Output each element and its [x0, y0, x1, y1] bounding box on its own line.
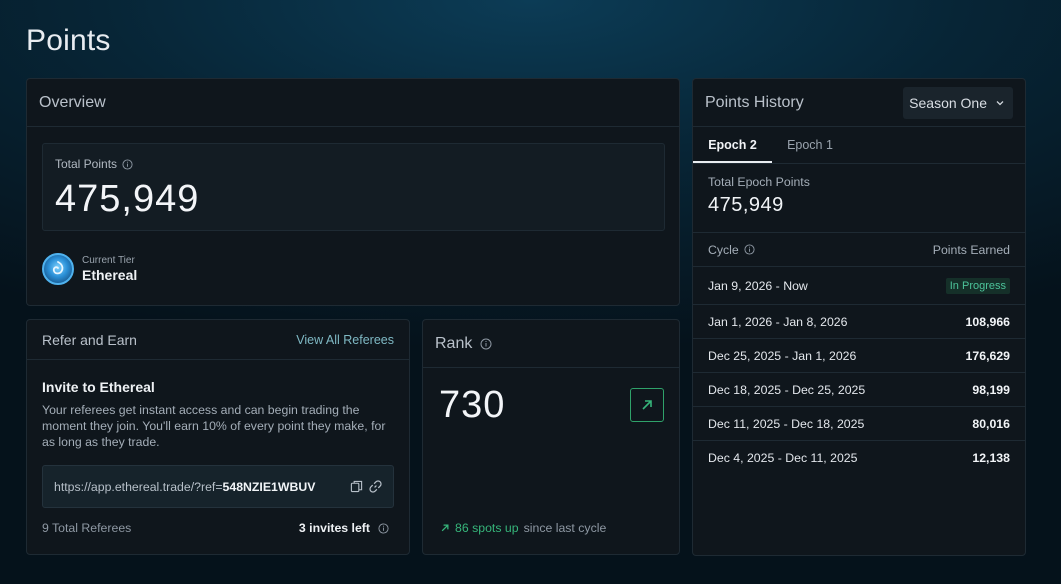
refer-card: Refer and Earn View All Referees Invite …: [26, 319, 410, 555]
table-row: Dec 4, 2025 - Dec 11, 2025 12,138: [693, 441, 1025, 475]
refer-title: Refer and Earn: [42, 331, 137, 348]
total-points-label: Total Points: [55, 157, 118, 171]
info-icon[interactable]: [378, 522, 389, 534]
table-row: Jan 9, 2026 - Now In Progress: [693, 267, 1025, 305]
overview-header: Overview: [27, 79, 679, 127]
tier-badge-icon: [42, 253, 74, 285]
table-row: Dec 18, 2025 - Dec 25, 2025 98,199: [693, 373, 1025, 407]
points-earned: 98,199: [972, 382, 1010, 397]
rank-card: Rank 730 86 spots up since last cycle: [422, 319, 680, 555]
info-icon[interactable]: [122, 158, 133, 170]
rank-title-row: Rank: [435, 335, 492, 353]
rank-spots-up: 86 spots up: [455, 521, 519, 535]
invites-left-row: 3 invites left: [299, 521, 389, 535]
points-earned: 12,138: [972, 451, 1010, 465]
tier-label: Current Tier: [82, 255, 135, 266]
invites-left: 3 invites left: [298, 521, 370, 535]
invite-description: Your referees get instant access and can…: [42, 403, 386, 449]
referral-link-prefix: https://app.ethereal.trade/?ref=: [54, 479, 223, 494]
table-row: Dec 25, 2025 - Jan 1, 2026 176,629: [693, 339, 1025, 373]
season-dropdown[interactable]: Season One: [903, 86, 1013, 119]
copy-icon[interactable]: [350, 480, 363, 493]
overview-card: Overview Total Points 475,949 Current Ti…: [26, 78, 680, 306]
total-points-box: Total Points 475,949: [42, 143, 665, 231]
points-earned: 80,016: [972, 416, 1010, 431]
total-referees: 9 Total Referees: [42, 521, 132, 535]
total-points-value: 475,949: [55, 178, 200, 220]
col-points-earned: Points Earned: [932, 242, 1010, 257]
page-title: Points: [26, 24, 111, 57]
points-earned: 108,966: [965, 314, 1010, 329]
referral-code: 548NZIE1WBUV: [222, 479, 316, 494]
status-badge: In Progress: [945, 277, 1010, 294]
link-icon[interactable]: [369, 480, 382, 493]
history-title: Points History: [705, 93, 804, 111]
info-icon[interactable]: [480, 338, 492, 350]
rank-trend-button[interactable]: [630, 388, 664, 422]
cycle-range: Dec 18, 2025 - Dec 25, 2025: [708, 382, 866, 397]
rank-value: 730: [439, 384, 506, 426]
history-table-header: Cycle Points Earned: [693, 233, 1025, 267]
referral-footer: 9 Total Referees 3 invites left: [42, 521, 389, 535]
epoch-tabs: Epoch 2 Epoch 1: [693, 127, 1025, 164]
tab-epoch-1[interactable]: Epoch 1: [772, 127, 848, 163]
points-history-card: Points History Season One Epoch 2 Epoch …: [692, 78, 1026, 556]
chevron-down-icon: [996, 100, 1004, 105]
rank-since: since last cycle: [523, 521, 607, 535]
table-row: Dec 11, 2025 - Dec 18, 2025 80,016: [693, 407, 1025, 441]
info-icon[interactable]: [744, 244, 755, 255]
invite-title: Invite to Ethereal: [42, 379, 155, 395]
rank-change: 86 spots up since last cycle: [440, 521, 606, 535]
refer-header: Refer and Earn View All Referees: [27, 320, 409, 360]
history-header: Points History Season One: [693, 79, 1025, 127]
view-all-referees-link[interactable]: View All Referees: [296, 333, 394, 347]
cycle-range: Dec 25, 2025 - Jan 1, 2026: [708, 348, 857, 363]
overview-title: Overview: [39, 93, 106, 111]
epoch-points-value: 475,949: [708, 194, 784, 216]
rank-header: Rank: [423, 320, 679, 368]
epoch-points-label: Total Epoch Points: [708, 175, 810, 189]
season-value: Season One: [909, 94, 987, 111]
current-tier: Current Tier Ethereal: [42, 253, 137, 285]
points-earned: 176,629: [965, 348, 1010, 363]
tier-name: Ethereal: [82, 267, 138, 283]
arrow-up-right-icon: [642, 400, 652, 410]
cycle-range: Dec 4, 2025 - Dec 11, 2025: [708, 451, 858, 465]
cycle-range: Jan 1, 2026 - Jan 8, 2026: [708, 314, 848, 329]
referral-link-field[interactable]: https://app.ethereal.trade/?ref= 548NZIE1…: [42, 465, 394, 508]
cycle-range: Jan 9, 2026 - Now: [708, 278, 808, 293]
tab-epoch-2[interactable]: Epoch 2: [693, 127, 772, 163]
history-table-body: Jan 9, 2026 - Now In Progress Jan 1, 202…: [693, 267, 1025, 475]
arrow-up-right-icon: [441, 524, 449, 532]
rank-title: Rank: [435, 334, 473, 352]
table-row: Jan 1, 2026 - Jan 8, 2026 108,966: [693, 305, 1025, 339]
col-cycle: Cycle: [708, 242, 739, 257]
total-points-label-row: Total Points: [55, 157, 133, 171]
cycle-range: Dec 11, 2025 - Dec 18, 2025: [708, 416, 865, 431]
epoch-total: Total Epoch Points 475,949: [693, 164, 1025, 233]
